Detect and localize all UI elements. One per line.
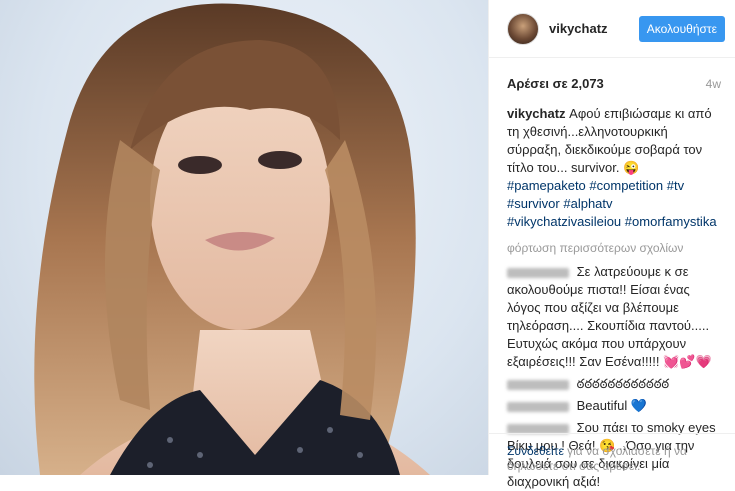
likes-row: Αρέσει σε 2,073 4w [489,58,735,91]
post-age[interactable]: 4w [706,77,721,91]
comment-item: Σε λατρεύουμε κ σε ακολουθούμε πιστα!! Ε… [507,263,721,371]
comment-item: ఠఠఠఠఠఠఠఠఠఠఠఠ [507,375,721,393]
hashtag-omorfamystika[interactable]: #omorfamystika [625,214,717,229]
post-photo[interactable] [0,0,488,475]
comment-item: Beautiful 💙 [507,397,721,415]
portrait-image [34,3,430,475]
comment-username-blurred[interactable] [507,379,569,390]
caption-username[interactable]: vikychatz [507,106,566,121]
post-username[interactable]: vikychatz [549,21,639,36]
comments-section: vikychatz Αφού επιβιώσαμε κι από τη χθεσ… [489,91,735,491]
comment-text: ఠఠఠఠఠఠఠఠఠఠఠఠ [576,376,670,391]
load-more-comments[interactable]: φόρτωση περισσότερων σχολίων [507,239,721,257]
hashtag-pamepaketo[interactable]: #pamepaketo [507,178,586,193]
post-sidebar: vikychatz Ακολουθήστε Αρέσει σε 2,073 4w… [488,0,735,489]
login-link[interactable]: Συνδεθείτε [507,444,564,458]
hashtag-vikychatzivasileiou[interactable]: #vikychatzivasileiou [507,214,621,229]
login-prompt: Συνδεθείτε για να σχολιάσετε ή να δηλώσε… [489,433,735,475]
hashtag-survivor[interactable]: #survivor [507,196,560,211]
instagram-post: vikychatz Ακολουθήστε Αρέσει σε 2,073 4w… [0,0,735,489]
hashtag-alphatv[interactable]: #alphatv [563,196,612,211]
comment-emoji: 💙 [630,398,648,413]
caption: vikychatz Αφού επιβιώσαμε κι από τη χθεσ… [507,105,721,231]
follow-button[interactable]: Ακολουθήστε [638,15,725,42]
comment-text: Beautiful [576,398,628,413]
hashtag-competition[interactable]: #competition [589,178,663,193]
comment-username-blurred[interactable] [507,401,569,412]
likes-count[interactable]: Αρέσει σε 2,073 [507,76,604,91]
avatar[interactable] [507,12,539,45]
comment-emoji: 💓💕💗 [663,354,712,369]
hashtag-tv[interactable]: #tv [667,178,684,193]
post-header: vikychatz Ακολουθήστε [489,0,735,58]
comment-username-blurred[interactable] [507,267,569,278]
